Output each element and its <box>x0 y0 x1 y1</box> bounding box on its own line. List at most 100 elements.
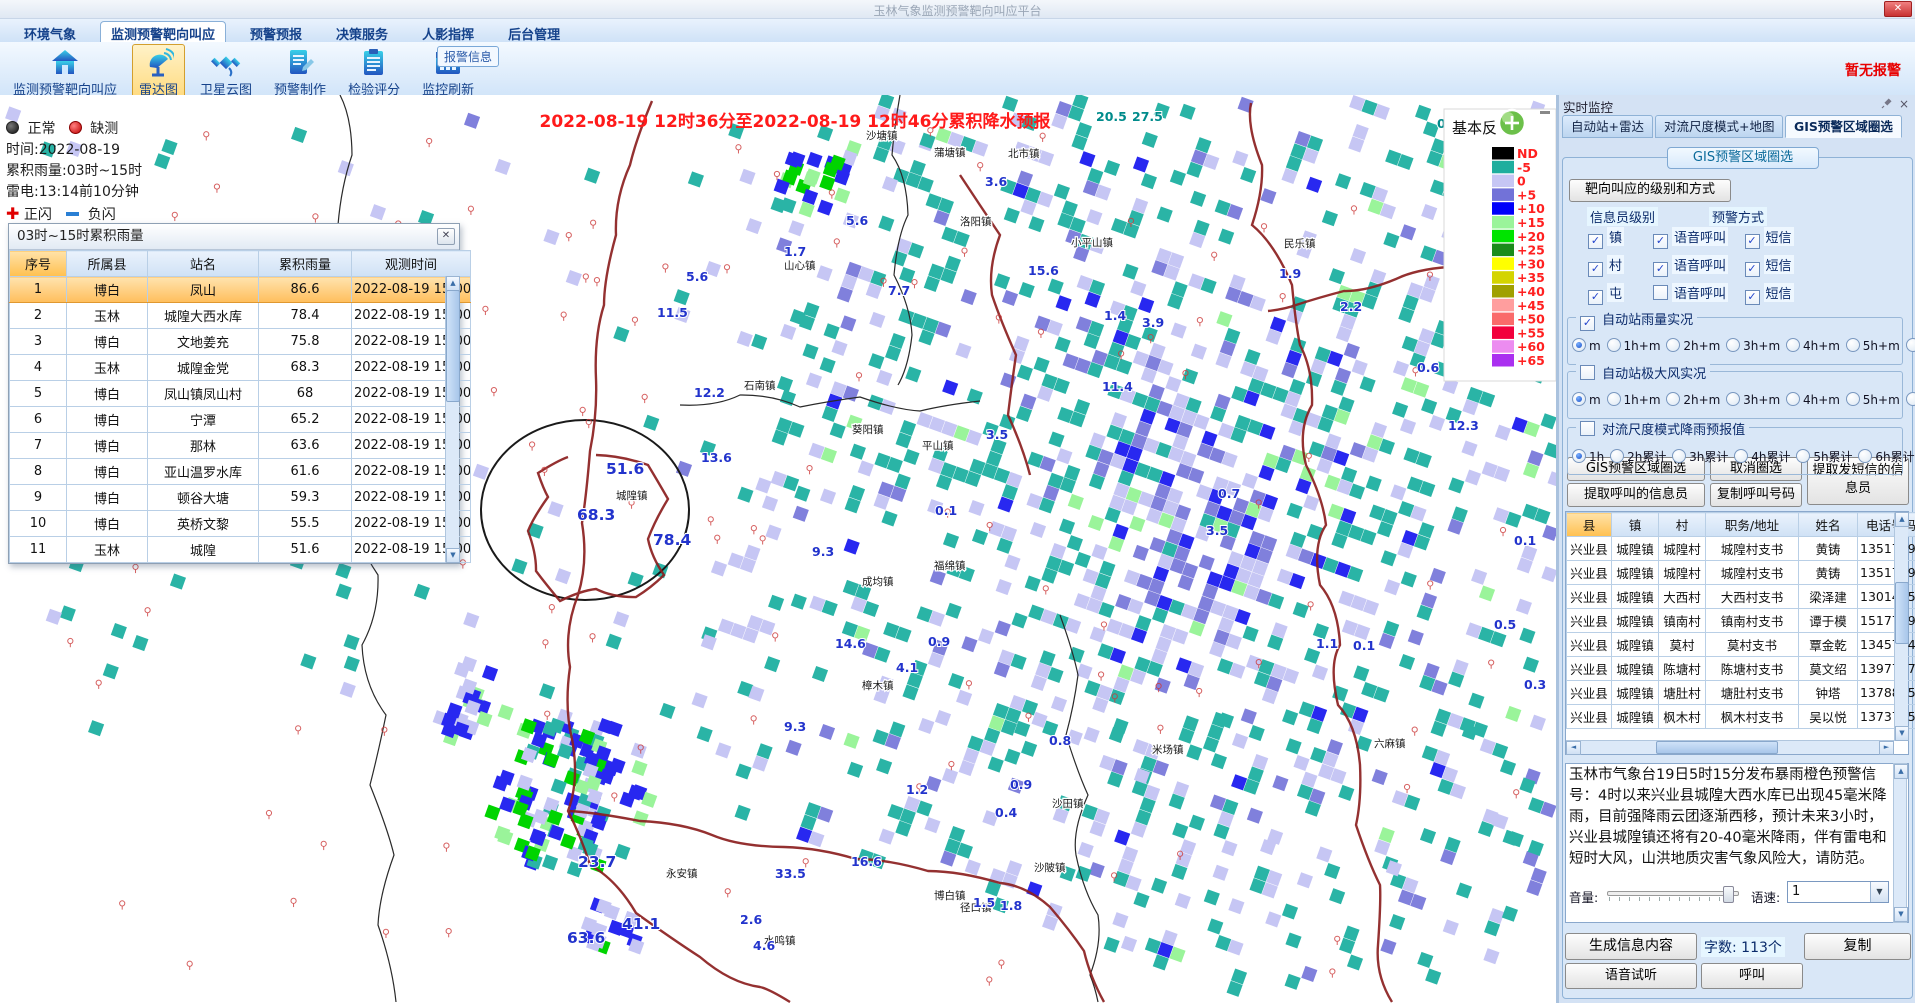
volume-slider[interactable] <box>1607 886 1739 902</box>
group-checkbox[interactable] <box>1580 365 1595 380</box>
level-checkbox[interactable]: ✓ <box>1588 262 1603 277</box>
contact-table-wrap[interactable]: 县镇村职务/地址姓名电话号码兴业县城隍镇城隍村城隍村支书黄铸135176975兴… <box>1565 511 1909 755</box>
contact-table-header[interactable]: 职务/地址 <box>1706 513 1799 537</box>
rain-table-header[interactable]: 站名 <box>148 251 259 277</box>
rain-table-titlebar[interactable]: 03时~15时累积雨量 ✕ <box>9 224 459 250</box>
table-row[interactable]: 11玉林城隍51.62022-08-19 15:00 <box>10 537 471 563</box>
radio-3h+m[interactable] <box>1726 338 1740 352</box>
table-row[interactable]: 1博白凤山86.62022-08-19 15:00 <box>10 277 471 303</box>
zoom-in-icon[interactable] <box>1499 110 1525 136</box>
call-button[interactable]: 呼叫 <box>1701 963 1803 989</box>
toolbar-button-compose[interactable]: 预警制作 <box>267 44 333 100</box>
contact-table[interactable]: 县镇村职务/地址姓名电话号码兴业县城隍镇城隍村城隍村支书黄铸135176975兴… <box>1566 512 1915 729</box>
voice-call-checkbox[interactable]: ✓ <box>1653 262 1668 277</box>
radio-1h+m[interactable] <box>1607 392 1621 406</box>
table-row[interactable]: 兴业县城隍镇镇南村镇南村支书谭于模151775946 <box>1567 609 1915 633</box>
radio-2h+m[interactable] <box>1666 338 1680 352</box>
scroll-thumb[interactable] <box>446 290 460 402</box>
rain-table-scrollbar[interactable]: ▲ ▼ <box>445 276 459 563</box>
table-row[interactable]: 4玉林城隍金党68.32022-08-19 15:00 <box>10 355 471 381</box>
table-row[interactable]: 兴业县城隍镇陈塘村陈塘村支书莫文绍139775796 <box>1567 657 1915 681</box>
panel-tab-1[interactable]: 自动站+雷达 <box>1562 115 1653 138</box>
table-row[interactable]: 兴业县城隍镇莫村莫村支书覃金乾134575405 <box>1567 633 1915 657</box>
group-checkbox[interactable]: ✓ <box>1580 316 1595 331</box>
contact-table-header[interactable]: 姓名 <box>1799 513 1858 537</box>
table-row[interactable]: 10博白英桥文黎55.52022-08-19 15:00 <box>10 511 471 537</box>
table-row[interactable]: 9博白顿谷大塘59.32022-08-19 15:00 <box>10 485 471 511</box>
scroll-thumb[interactable] <box>1656 741 1778 754</box>
scroll-up-icon[interactable]: ▲ <box>446 276 460 291</box>
radio-3h+m[interactable] <box>1726 392 1740 406</box>
radio-5h累计[interactable] <box>1796 449 1810 463</box>
copy-button[interactable]: 复制 <box>1804 933 1911 960</box>
scroll-up-icon[interactable]: ▲ <box>1895 512 1909 527</box>
voice-call-checkbox[interactable] <box>1653 285 1668 300</box>
radio-1h[interactable] <box>1572 449 1586 463</box>
chevron-down-icon[interactable]: ▼ <box>1870 882 1888 902</box>
scroll-left-icon[interactable]: ◄ <box>1566 741 1581 755</box>
panel-close-icon[interactable]: × <box>1899 97 1909 111</box>
scroll-right-icon[interactable]: ► <box>1879 741 1894 755</box>
table-row[interactable]: 兴业县城隍镇城隍村城隍村支书黄铸135176975 <box>1567 537 1915 561</box>
voice-call-checkbox[interactable]: ✓ <box>1653 234 1668 249</box>
scroll-up-icon[interactable]: ▲ <box>1894 764 1908 779</box>
table-row[interactable]: 兴业县城隍镇枫木村枫木村支书吴以悦137375511 <box>1567 705 1915 729</box>
table-row[interactable]: 兴业县城隍镇城隍村城隍村支书黄铸135176975 <box>1567 561 1915 585</box>
generate-message-button[interactable]: 生成信息内容 <box>1565 933 1697 960</box>
sms-checkbox[interactable]: ✓ <box>1745 290 1760 305</box>
sms-checkbox[interactable]: ✓ <box>1745 262 1760 277</box>
radio-5h+m[interactable] <box>1846 338 1860 352</box>
radio-6h累计[interactable] <box>1858 449 1872 463</box>
voice-preview-button[interactable]: 语音试听 <box>1565 963 1697 989</box>
sms-checkbox[interactable]: ✓ <box>1745 234 1760 249</box>
level-checkbox[interactable]: ✓ <box>1588 234 1603 249</box>
radio-3h累计[interactable] <box>1672 449 1686 463</box>
level-checkbox[interactable]: ✓ <box>1588 290 1603 305</box>
toolbar-button-score[interactable]: 检验评分 <box>341 44 407 100</box>
rain-table-close-icon[interactable]: ✕ <box>437 228 455 245</box>
scroll-thumb[interactable] <box>1895 582 1909 644</box>
table-row[interactable]: 2玉林城隍大西水库78.42022-08-19 15:00 <box>10 303 471 329</box>
slider-thumb[interactable] <box>1723 886 1734 903</box>
pin-icon[interactable] <box>1881 98 1892 109</box>
rain-table[interactable]: 序号所属县站名累积雨量观测时间1博白凤山86.62022-08-19 15:00… <box>9 250 471 563</box>
table-row[interactable]: 6博白宁潭65.22022-08-19 15:00 <box>10 407 471 433</box>
rain-table-header[interactable]: 观测时间 <box>352 251 471 277</box>
slider-track[interactable] <box>1607 891 1739 896</box>
contact-table-vscroll[interactable]: ▲ ▼ <box>1894 512 1908 741</box>
toolbar-button-satellite[interactable]: 卫星云图 <box>193 44 259 100</box>
contact-table-header[interactable]: 县 <box>1567 513 1612 537</box>
panel-tab-2[interactable]: 对流尺度模式+地图 <box>1655 115 1783 138</box>
table-row[interactable]: 5博白凤山镇凤山村682022-08-19 15:00 <box>10 381 471 407</box>
radio-12h+m[interactable] <box>1906 338 1915 352</box>
radio-4h+m[interactable] <box>1786 392 1800 406</box>
table-row[interactable]: 8博白亚山温罗水库61.62022-08-19 15:00 <box>10 459 471 485</box>
radio-4h累计[interactable] <box>1734 449 1748 463</box>
group-checkbox[interactable] <box>1580 421 1595 436</box>
table-row[interactable]: 3博白文地姜充75.82022-08-19 15:00 <box>10 329 471 355</box>
rain-table-header[interactable]: 序号 <box>10 251 67 277</box>
scroll-down-icon[interactable]: ▼ <box>446 548 460 563</box>
radio-2h累计[interactable] <box>1610 449 1624 463</box>
window-close-button[interactable]: ✕ <box>1884 1 1912 17</box>
table-row[interactable]: 兴业县城隍镇大西村大西村支书梁泽建130149571 <box>1567 585 1915 609</box>
radio-4h+m[interactable] <box>1786 338 1800 352</box>
toolbar-button-home[interactable]: 监测预警靶向叫应 <box>6 44 124 100</box>
radio-m[interactable] <box>1572 338 1586 352</box>
message-vscroll[interactable]: ▲ ▼ <box>1893 763 1907 923</box>
extract-call-informers-button[interactable]: 提取呼叫的信息员 <box>1567 483 1705 507</box>
scroll-down-icon[interactable]: ▼ <box>1894 907 1908 922</box>
toolbar-button-radar[interactable]: 雷达图 <box>132 44 185 100</box>
contact-table-header[interactable]: 镇 <box>1612 513 1659 537</box>
radio-m[interactable] <box>1572 392 1586 406</box>
contact-table-header[interactable]: 村 <box>1659 513 1706 537</box>
radio-1h+m[interactable] <box>1607 338 1621 352</box>
call-level-method-button[interactable]: 靶向叫应的级别和方式 <box>1569 179 1731 202</box>
scroll-down-icon[interactable]: ▼ <box>1895 726 1909 741</box>
table-row[interactable]: 7博白那林63.62022-08-19 15:00 <box>10 433 471 459</box>
table-row[interactable]: 兴业县城隍镇塘肚村塘肚村支书钟塔137885534 <box>1567 681 1915 705</box>
contact-table-hscroll[interactable]: ◄ ► <box>1566 740 1894 754</box>
rain-table-header[interactable]: 累积雨量 <box>259 251 352 277</box>
radio-5h+m[interactable] <box>1846 392 1860 406</box>
radio-2h+m[interactable] <box>1666 392 1680 406</box>
